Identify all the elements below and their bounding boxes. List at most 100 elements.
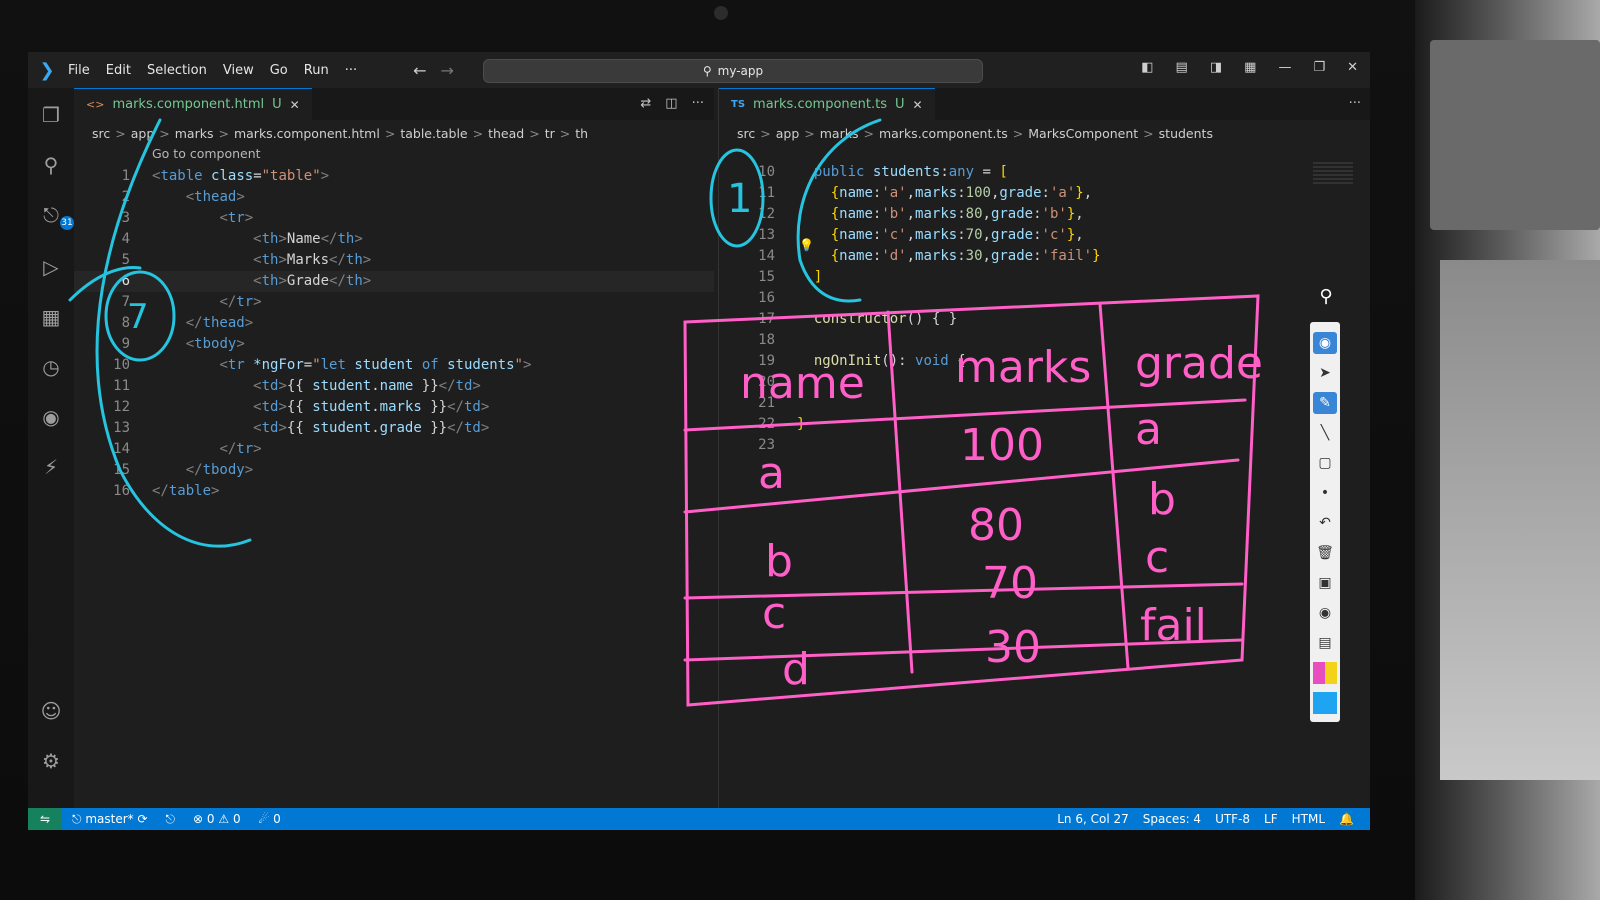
tab-marks-component-ts[interactable]: TS marks.component.ts U ✕ xyxy=(719,87,935,121)
code-line[interactable]: 7 </tr> xyxy=(74,292,714,313)
breadcrumb-item[interactable]: marks xyxy=(820,126,859,141)
code-line[interactable]: 23 xyxy=(719,435,1370,456)
code-line[interactable]: 13 {name:'c',marks:70,grade:'c'}, xyxy=(719,225,1370,246)
remote-indicator-icon[interactable]: ⇋ xyxy=(28,808,62,830)
end-of-line[interactable]: LF xyxy=(1264,812,1278,826)
code-line[interactable]: 10 public students:any = [ xyxy=(719,162,1370,183)
breadcrumb-item[interactable]: src xyxy=(737,126,755,141)
more-actions-icon[interactable]: ··· xyxy=(692,96,704,111)
menu-view[interactable]: View xyxy=(223,63,254,78)
code-line[interactable]: 15 ] xyxy=(719,267,1370,288)
breadcrumb-item[interactable]: thead xyxy=(488,126,524,141)
breadcrumb-item[interactable]: tr xyxy=(545,126,555,141)
pen-icon[interactable]: ✎ xyxy=(1313,392,1337,414)
code-line[interactable]: 10 <tr *ngFor="let student of students"> xyxy=(74,355,714,376)
close-tab-icon[interactable]: ✕ xyxy=(913,98,923,112)
code-line[interactable]: 12 {name:'b',marks:80,grade:'b'}, xyxy=(719,204,1370,225)
whiteboard-icon[interactable]: ▣ xyxy=(1313,572,1337,594)
code-line[interactable]: 13 <td>{{ student.grade }}</td> xyxy=(74,418,714,439)
code-line[interactable]: 18 xyxy=(719,330,1370,351)
code-line[interactable]: 14 </tr> xyxy=(74,439,714,460)
code-line[interactable]: 14 {name:'d',marks:30,grade:'fail'} xyxy=(719,246,1370,267)
breadcrumb-item[interactable]: th xyxy=(575,126,588,141)
forward-arrow-icon[interactable]: → xyxy=(441,61,454,80)
account-icon[interactable]: ☺ xyxy=(38,698,64,724)
code-line[interactable]: 22} xyxy=(719,414,1370,435)
pin-icon[interactable]: ⚲ xyxy=(1315,286,1337,312)
code-line[interactable]: 9 <tbody> xyxy=(74,334,714,355)
settings-gear-icon[interactable]: ⚙ xyxy=(38,748,64,774)
eraser-icon[interactable]: ▢ xyxy=(1313,452,1337,474)
code-line[interactable]: 11 {name:'a',marks:100,grade:'a'}, xyxy=(719,183,1370,204)
breadcrumb-item[interactable]: students xyxy=(1159,126,1213,141)
git-graph-icon[interactable]: ⎋ xyxy=(166,812,176,827)
remote-explorer-icon[interactable]: ◉ xyxy=(38,404,64,430)
code-line[interactable]: 16 </table> xyxy=(74,481,714,502)
minimize-button[interactable]: — xyxy=(1278,60,1291,75)
breadcrumb-item[interactable]: table.table xyxy=(400,126,467,141)
close-button[interactable]: ✕ xyxy=(1347,60,1358,75)
indentation[interactable]: Spaces: 4 xyxy=(1143,812,1201,826)
code-editor-right[interactable]: 10 public students:any = [11 {name:'a',m… xyxy=(719,162,1370,456)
breadcrumb-item[interactable]: MarksComponent xyxy=(1028,126,1138,141)
breadcrumb-item[interactable]: marks.component.ts xyxy=(879,126,1008,141)
color-swatch[interactable] xyxy=(1313,662,1337,684)
code-line[interactable]: 5 <th>Marks</th> xyxy=(74,250,714,271)
undo-icon[interactable]: ↶ xyxy=(1313,512,1337,534)
run-debug-icon[interactable]: ▷ xyxy=(38,254,64,280)
camera-icon[interactable]: ◉ xyxy=(1313,602,1337,624)
thunder-client-icon[interactable]: ⚡ xyxy=(38,454,64,480)
menu-more[interactable]: ··· xyxy=(345,63,357,78)
command-center-search[interactable]: ⚲ my-app xyxy=(483,59,983,83)
breadcrumb-item[interactable]: marks.component.html xyxy=(234,126,380,141)
breadcrumb-item[interactable]: marks xyxy=(175,126,214,141)
source-control-icon[interactable]: ⎋ 31 xyxy=(38,202,74,230)
toggle-secondary-sidebar-icon[interactable]: ◨ xyxy=(1210,60,1222,75)
code-line[interactable]: 21 xyxy=(719,393,1370,414)
color-swatch-blue[interactable] xyxy=(1313,692,1337,714)
explorer-icon[interactable]: ❐ xyxy=(38,102,64,128)
menu-selection[interactable]: Selection xyxy=(147,63,207,78)
code-line[interactable]: 8 </thead> xyxy=(74,313,714,334)
code-line[interactable]: 16 xyxy=(719,288,1370,309)
trash-icon[interactable]: 🗑 xyxy=(1313,542,1337,564)
lightbulb-icon[interactable]: 💡 xyxy=(799,238,814,252)
menu-go[interactable]: Go xyxy=(270,63,288,78)
code-line[interactable]: 12 <td>{{ student.marks }}</td> xyxy=(74,397,714,418)
back-arrow-icon[interactable]: ← xyxy=(413,61,426,80)
search-icon[interactable]: ⚲ xyxy=(38,152,64,178)
language-mode[interactable]: HTML xyxy=(1292,812,1325,826)
cursor-position[interactable]: Ln 6, Col 27 xyxy=(1057,812,1129,826)
menu-file[interactable]: File xyxy=(68,63,90,78)
breadcrumb-item[interactable]: src xyxy=(92,126,110,141)
code-line[interactable]: 4 <th>Name</th> xyxy=(74,229,714,250)
toggle-panel-icon[interactable]: ▤ xyxy=(1176,60,1188,75)
code-line[interactable]: 17 constructor() { } xyxy=(719,309,1370,330)
open-changes-icon[interactable]: ⇄ xyxy=(640,96,651,111)
customize-layout-icon[interactable]: ▦ xyxy=(1244,60,1256,75)
dot-icon[interactable]: • xyxy=(1313,482,1337,504)
restore-button[interactable]: ❐ xyxy=(1313,60,1325,75)
code-line[interactable]: 11 <td>{{ student.name }}</td> xyxy=(74,376,714,397)
timeline-icon[interactable]: ◷ xyxy=(38,354,64,380)
code-line[interactable]: 15 </tbody> xyxy=(74,460,714,481)
ports-indicator[interactable]: ☄ 0 xyxy=(259,812,281,826)
cursor-icon[interactable]: ➤ xyxy=(1313,362,1337,384)
notifications-bell-icon[interactable]: 🔔 xyxy=(1339,812,1354,826)
problems-indicator[interactable]: ⊗ 0 ⚠ 0 xyxy=(193,812,241,826)
breadcrumb-item[interactable]: app xyxy=(131,126,155,141)
tab-marks-component-html[interactable]: <> marks.component.html U ✕ xyxy=(74,87,312,121)
code-line[interactable]: 3 <tr> xyxy=(74,208,714,229)
code-line[interactable]: 20 xyxy=(719,372,1370,393)
code-line[interactable]: 2 <thead> xyxy=(74,187,714,208)
extensions-icon[interactable]: ▦ xyxy=(38,304,64,330)
menu-run[interactable]: Run xyxy=(304,63,329,78)
toggle-sidebar-icon[interactable]: ◧ xyxy=(1141,60,1153,75)
codelens-go-to-component[interactable]: Go to component xyxy=(152,146,261,161)
code-line[interactable]: 1 <table class="table"> xyxy=(74,166,714,187)
more-actions-icon[interactable]: ··· xyxy=(1349,96,1361,111)
close-tab-icon[interactable]: ✕ xyxy=(290,98,300,112)
encoding[interactable]: UTF-8 xyxy=(1215,812,1250,826)
branch-indicator[interactable]: ⎋ master* ⟳ xyxy=(72,812,148,827)
split-editor-icon[interactable]: ◫ xyxy=(665,96,677,111)
